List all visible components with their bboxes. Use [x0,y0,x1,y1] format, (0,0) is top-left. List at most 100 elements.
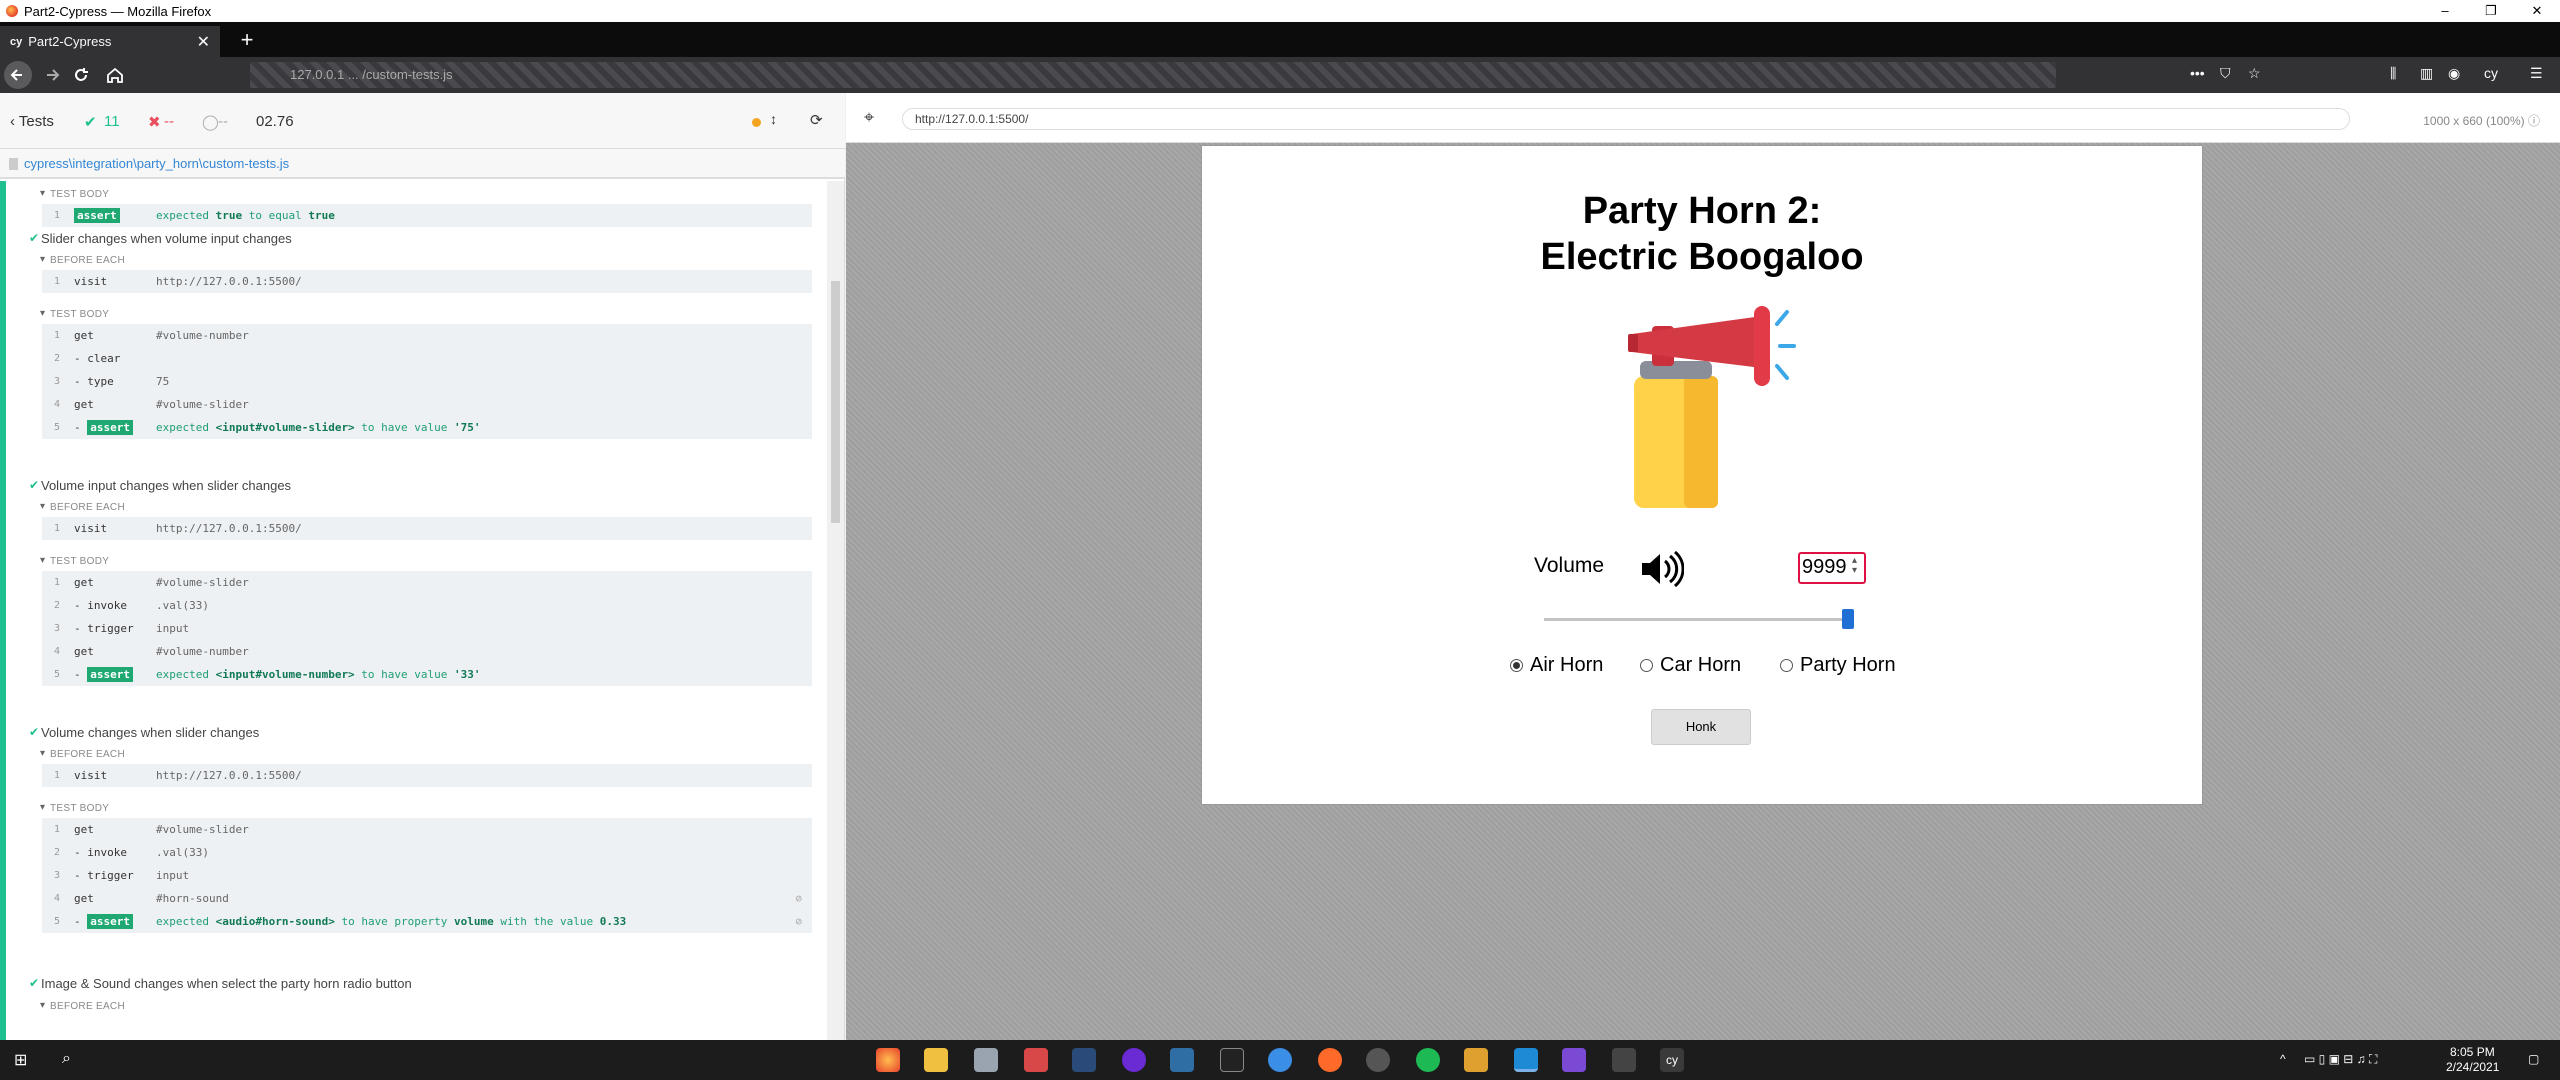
radio-car-horn[interactable]: Car Horn [1640,654,1741,677]
command-row[interactable]: 3- trigger input [42,617,812,640]
menu-icon[interactable]: ☰ [2530,65,2543,82]
before-each-header[interactable]: BEFORE EACH [40,501,125,513]
app-icon[interactable] [1170,1048,1194,1072]
window-titlebar: Part2-Cypress — Mozilla Firefox – ❐ ✕ [0,0,2560,22]
app-icon[interactable] [1318,1048,1342,1072]
forward-button[interactable] [40,63,66,87]
tab-part2-cypress[interactable]: cy Part2-Cypress ✕ [0,26,220,57]
cypress-taskbar-icon[interactable]: cy [1660,1048,1684,1072]
library-icon[interactable]: ⫼ [2390,65,2396,82]
app-icon[interactable] [974,1048,998,1072]
toggle-auto-scroll-icon[interactable]: ↕ [770,111,777,127]
command-row[interactable]: 1 visit http://127.0.0.1:5500/ [42,764,812,787]
viewport-info[interactable]: 1000 x 660 (100%) ⓘ [2423,112,2540,129]
app-icon[interactable] [1122,1048,1146,1072]
visual-studio-icon[interactable] [1562,1048,1586,1072]
vscode-icon[interactable] [1514,1048,1538,1072]
command-row[interactable]: 1 get #volume-slider [42,818,812,841]
obs-icon[interactable] [1366,1048,1390,1072]
command-row[interactable]: 4 get #volume-number [42,640,812,663]
close-window-button[interactable]: ✕ [2514,0,2560,22]
command-row[interactable]: 1 visit http://127.0.0.1:5500/ [42,517,812,540]
home-button[interactable] [102,63,128,87]
command-row[interactable]: 3- type 75 [42,370,812,393]
restore-button[interactable]: ❐ [2468,0,2514,22]
command-row[interactable]: 1 visit http://127.0.0.1:5500/ [42,270,812,293]
command-row[interactable]: 5 - assert expected <audio#horn-sound> t… [42,910,812,933]
tray-expand-icon[interactable]: ^ [2280,1052,2286,1066]
command-row[interactable]: 5 - assert expected <input#volume-number… [42,663,812,686]
minimize-button[interactable]: – [2422,0,2468,22]
clock-date[interactable]: 2/24/2021 [2446,1060,2499,1074]
volume-slider-thumb[interactable] [1842,609,1854,629]
command-list: 1 assert expected true to equal true [42,204,812,227]
tests-label: Tests [18,113,54,130]
command-row[interactable]: 5 - assert expected <input#volume-slider… [42,416,812,439]
back-button[interactable] [4,61,32,89]
tray-icons[interactable]: ▭ ▯ ▣ ⊟ ♫ ⛶ [2304,1052,2377,1067]
passed-icon: ✔ [84,114,97,131]
command-row[interactable]: 3- trigger input [42,864,812,887]
pocket-icon[interactable]: ⛉ [2220,65,2231,82]
test-body-header[interactable]: TEST BODY [40,308,109,320]
notifications-icon[interactable]: ▢ [2528,1052,2539,1066]
before-each-header[interactable]: BEFORE EACH [40,748,125,760]
firefox-icon [6,5,18,17]
clock-time[interactable]: 8:05 PM [2450,1045,2495,1059]
close-tab-icon[interactable]: ✕ [197,32,210,52]
volume-slider[interactable] [1544,618,1850,621]
command-row[interactable]: 2- clear [42,347,812,370]
account-icon[interactable]: ◉ [2448,65,2460,82]
bookmark-star-icon[interactable]: ☆ [2248,65,2261,82]
test-body-header[interactable]: TEST BODY [40,802,109,814]
app-icon[interactable] [1464,1048,1488,1072]
test-title[interactable]: Volume changes when slider changes [29,725,259,740]
windows-start-icon[interactable]: ⊞ [14,1050,27,1070]
failed-icon: ✖ [148,114,161,131]
command-row[interactable]: 4 get #volume-slider [42,393,812,416]
test-body-header[interactable]: TEST BODY [40,555,109,567]
address-bar[interactable]: 127.0.0.1 ... /custom-tests.js [250,62,2056,88]
command-row[interactable]: 2- invoke .val(33) [42,841,812,864]
epic-games-icon[interactable] [1220,1048,1244,1072]
title-line-1: Party Horn 2: [1582,190,1822,232]
selector-playground-icon[interactable]: ⌖ [864,107,874,128]
radio-air-horn[interactable]: Air Horn [1510,654,1603,677]
file-explorer-icon[interactable] [924,1048,948,1072]
command-name: assert [74,204,120,227]
command-row[interactable]: 2- invoke .val(33) [42,594,812,617]
command-row[interactable]: 1 get #volume-slider [42,571,812,594]
steam-icon[interactable] [1072,1048,1096,1072]
test-title[interactable]: Image & Sound changes when select the pa… [29,976,412,991]
app-icon[interactable] [1024,1048,1048,1072]
volume-number-input[interactable]: 9999 [1798,552,1866,584]
spec-file-path[interactable]: cypress\integration\party_horn\custom-te… [0,149,845,179]
command-row[interactable]: 1 get #volume-number [42,324,812,347]
before-each-header[interactable]: BEFORE EACH [40,254,125,266]
radio-party-horn[interactable]: Party Horn [1780,654,1896,677]
test-body-header[interactable]: TEST BODY [40,188,109,200]
command-row[interactable]: 4 get #horn-sound ⊘ [42,887,812,910]
pending-count: -- [218,113,228,130]
test-title[interactable]: Slider changes when volume input changes [29,231,292,246]
navigation-bar: 127.0.0.1 ... /custom-tests.js ••• ⛉ ☆ ⫼… [0,57,2560,93]
before-each-header[interactable]: BEFORE EACH [40,1000,125,1012]
sidebar-icon[interactable]: ▥ [2420,65,2433,82]
search-icon[interactable]: ⌕ [62,1050,71,1068]
aut-url[interactable]: http://127.0.0.1:5500/ [902,108,2350,130]
reload-button[interactable] [68,63,94,87]
app-icon[interactable] [1612,1048,1636,1072]
reporter-scrollbar[interactable] [827,181,844,1040]
rerun-tests-icon[interactable]: ⟳ [810,111,823,129]
command-row[interactable]: 1 assert expected true to equal true [42,204,812,227]
test-title[interactable]: Volume input changes when slider changes [29,478,291,493]
honk-button[interactable]: Honk [1651,709,1751,745]
firefox-taskbar-icon[interactable] [876,1048,900,1072]
scrollbar-thumb[interactable] [831,281,840,523]
new-tab-button[interactable]: + [232,26,262,57]
app-icon[interactable] [1268,1048,1292,1072]
more-actions-icon[interactable]: ••• [2190,65,2205,81]
cypress-extension-icon[interactable]: cy [2484,65,2498,81]
spotify-icon[interactable] [1416,1048,1440,1072]
tests-nav-button[interactable]: ‹ Tests [10,113,54,130]
